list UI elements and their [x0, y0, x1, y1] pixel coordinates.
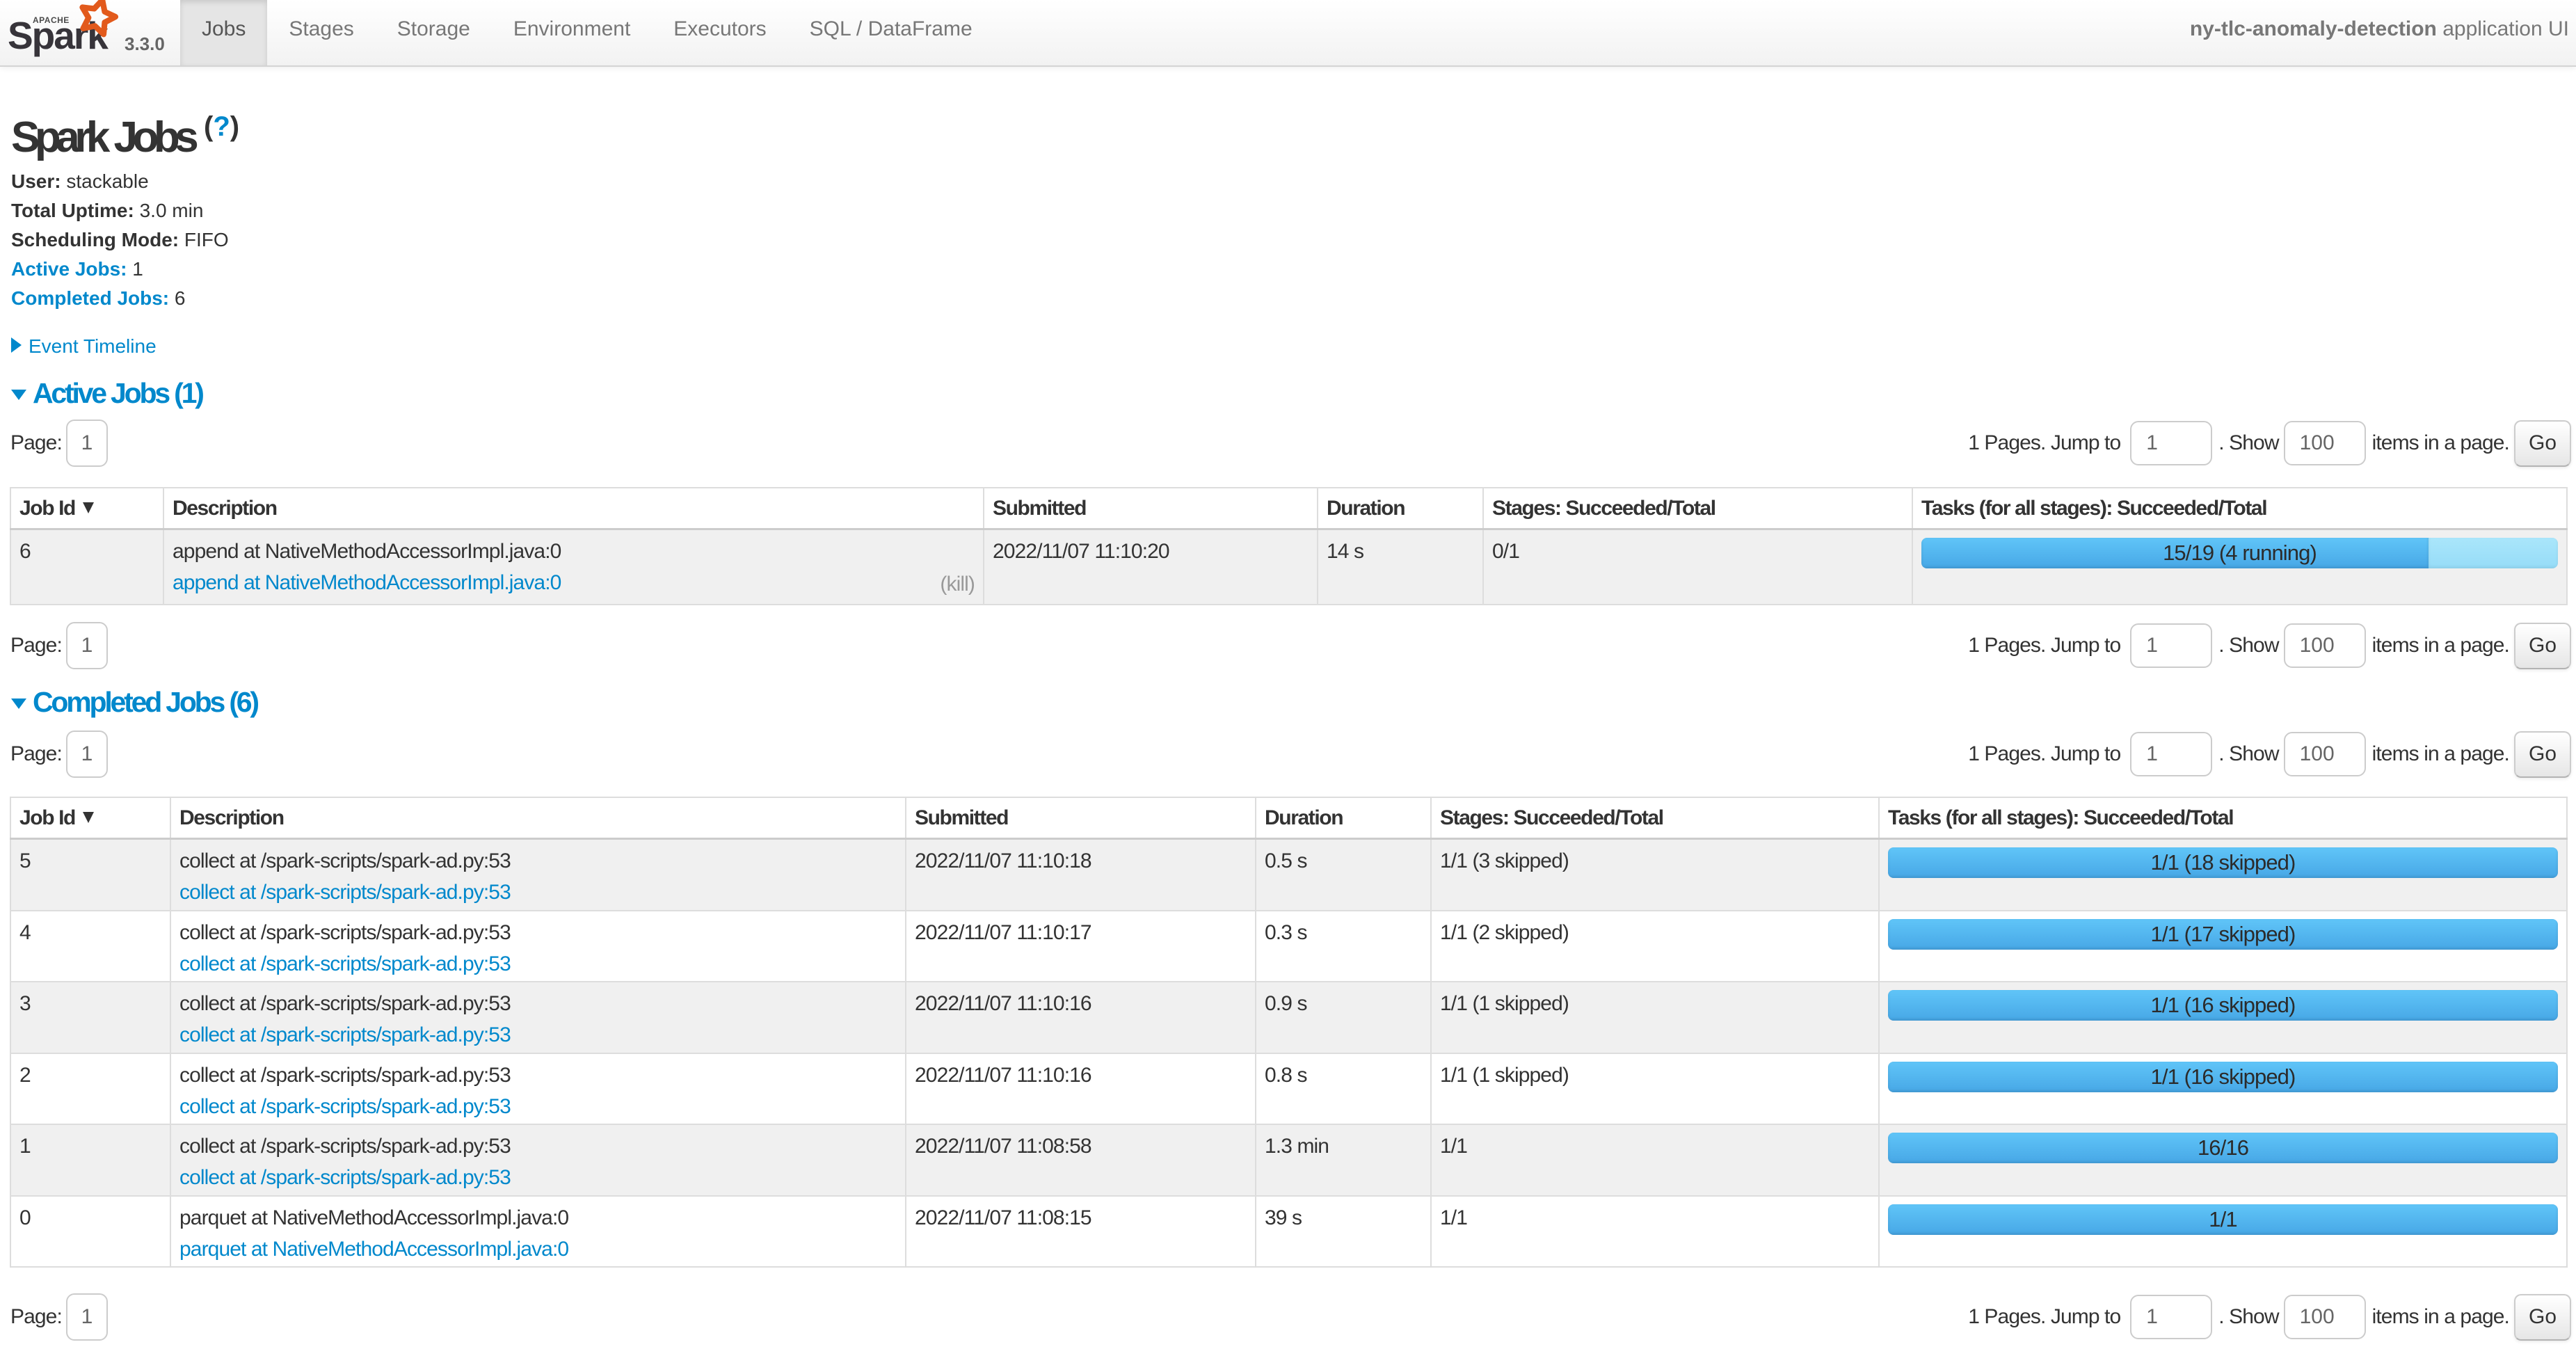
- svg-text:Spark: Spark: [8, 14, 109, 57]
